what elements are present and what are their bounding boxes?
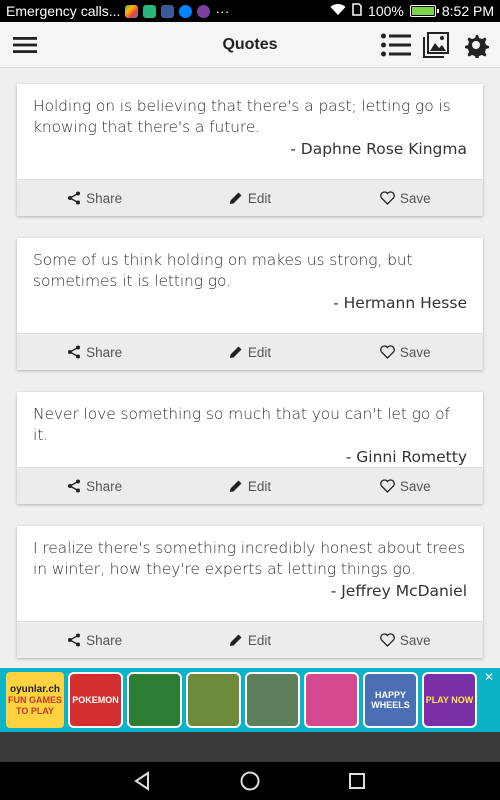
- share-button[interactable]: Share: [17, 345, 172, 360]
- save-label: Save: [399, 344, 431, 360]
- gear-icon[interactable]: [460, 29, 492, 61]
- share-label: Share: [86, 190, 123, 206]
- play-store-icon: [125, 4, 139, 18]
- home-icon[interactable]: [237, 768, 263, 794]
- save-button[interactable]: Save: [328, 479, 483, 494]
- image-gallery-icon[interactable]: [420, 29, 452, 61]
- quote-text: Some of us think holding on makes us str…: [33, 251, 413, 290]
- save-button[interactable]: Save: [328, 345, 483, 360]
- wifi-icon: [330, 3, 346, 19]
- ad-tile-label: HAPPY WHEELS: [371, 690, 410, 710]
- heart-icon: [380, 633, 395, 647]
- battery-percent: 100%: [368, 3, 404, 19]
- pencil-icon: [229, 191, 243, 205]
- edit-label: Edit: [247, 632, 272, 648]
- ad-game-tile[interactable]: PLAY NOW: [422, 672, 477, 728]
- more-notifications-text: ···: [215, 3, 230, 19]
- hamburger-menu-icon[interactable]: [0, 22, 50, 68]
- quotes-list: Holding on is believing that there's a p…: [0, 68, 500, 668]
- ad-game-tile[interactable]: [186, 672, 241, 728]
- chat-icon: [143, 4, 157, 18]
- status-bar: Emergency calls... ··· 100% 8:52 PM: [0, 0, 500, 22]
- share-button[interactable]: Share: [17, 191, 172, 206]
- save-button[interactable]: Save: [328, 633, 483, 648]
- ad-tile-label: PLAY NOW: [425, 695, 474, 705]
- ad-brand-logo[interactable]: oyunlar.ch FUN GAMES TO PLAY: [6, 672, 64, 728]
- quote-card: Holding on is believing that there's a p…: [17, 84, 483, 216]
- card-actions: Share Edit Save: [17, 621, 483, 658]
- share-button[interactable]: Share: [17, 633, 172, 648]
- share-icon: [67, 191, 81, 205]
- ad-game-tile[interactable]: POKEMON: [68, 672, 123, 728]
- share-button[interactable]: Share: [17, 479, 172, 494]
- ad-spacer: [0, 732, 500, 762]
- card-actions: Share Edit Save: [17, 467, 483, 504]
- close-icon[interactable]: ✕: [482, 670, 496, 684]
- heart-icon: [380, 191, 395, 205]
- ad-brand-site: oyunlar.ch: [9, 683, 60, 695]
- heart-icon: [380, 345, 395, 359]
- quote-card: I realize there's something incredibly h…: [17, 526, 483, 658]
- battery-icon: [409, 5, 439, 17]
- quote-author: - Hermann Hesse: [333, 294, 467, 312]
- save-label: Save: [399, 478, 431, 494]
- quote-text: Holding on is believing that there's a p…: [33, 97, 451, 136]
- edit-button[interactable]: Edit: [172, 479, 327, 494]
- back-icon[interactable]: [130, 768, 156, 794]
- messenger-icon: [179, 4, 193, 18]
- quote-author: - Jeffrey McDaniel: [330, 582, 467, 600]
- card-actions: Share Edit Save: [17, 333, 483, 370]
- heart-icon: [380, 479, 395, 493]
- app-bar: Quotes: [0, 22, 500, 68]
- ad-game-tile[interactable]: [245, 672, 300, 728]
- quote-text: I realize there's something incredibly h…: [33, 539, 466, 578]
- quote-card: Never love something so much that you ca…: [17, 392, 483, 504]
- pencil-icon: [229, 633, 243, 647]
- edit-label: Edit: [247, 478, 272, 494]
- ad-game-tile[interactable]: [127, 672, 182, 728]
- ad-brand-tagline: FUN GAMES TO PLAY: [8, 694, 62, 716]
- share-label: Share: [86, 632, 123, 648]
- share-icon: [67, 633, 81, 647]
- quote-card: Some of us think holding on makes us str…: [17, 238, 483, 370]
- system-nav-bar: [0, 762, 500, 800]
- video-icon: [197, 4, 211, 18]
- quote-text: Never love something so much that you ca…: [33, 405, 450, 444]
- edit-label: Edit: [247, 344, 272, 360]
- ad-game-tile[interactable]: [304, 672, 359, 728]
- sim-icon: [352, 3, 362, 19]
- pencil-icon: [229, 345, 243, 359]
- share-label: Share: [86, 478, 123, 494]
- ad-banner[interactable]: oyunlar.ch FUN GAMES TO PLAY POKEMON HAP…: [0, 668, 500, 732]
- card-actions: Share Edit Save: [17, 179, 483, 216]
- carrier-text: Emergency calls...: [6, 3, 121, 19]
- edit-button[interactable]: Edit: [172, 191, 327, 206]
- share-icon: [67, 479, 81, 493]
- quote-author: - Daphne Rose Kingma: [290, 140, 467, 158]
- save-label: Save: [399, 190, 431, 206]
- ad-game-tile[interactable]: HAPPY WHEELS: [363, 672, 418, 728]
- status-time: 8:52 PM: [441, 3, 494, 19]
- edit-label: Edit: [247, 190, 272, 206]
- pencil-icon: [229, 479, 243, 493]
- share-label: Share: [86, 344, 123, 360]
- share-icon: [67, 345, 81, 359]
- save-button[interactable]: Save: [328, 191, 483, 206]
- save-label: Save: [399, 632, 431, 648]
- facebook-icon: [161, 4, 175, 18]
- ad-tile-label: POKEMON: [72, 695, 119, 705]
- edit-button[interactable]: Edit: [172, 633, 327, 648]
- recents-icon[interactable]: [344, 768, 370, 794]
- edit-button[interactable]: Edit: [172, 345, 327, 360]
- list-view-icon[interactable]: [380, 29, 412, 61]
